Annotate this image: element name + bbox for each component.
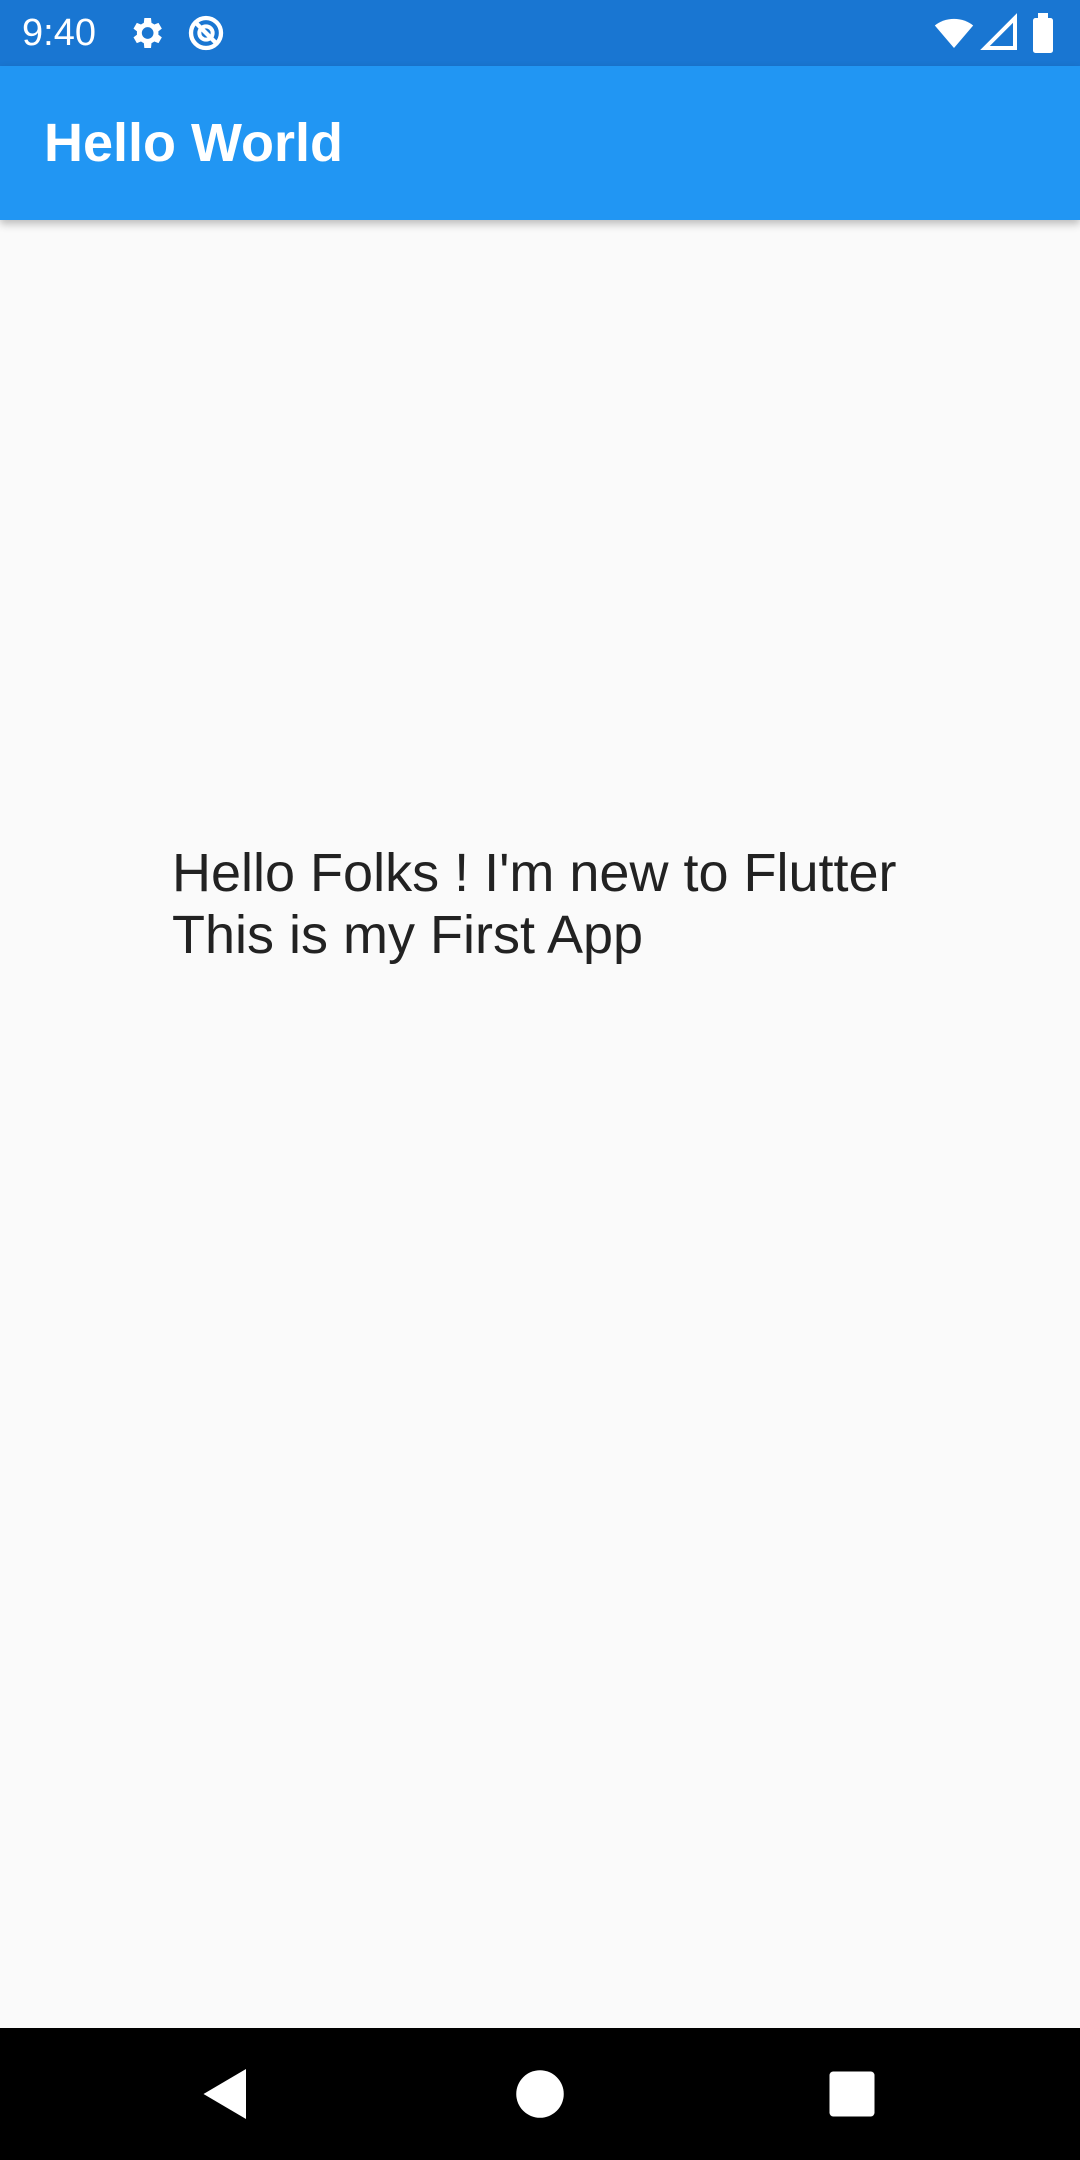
navigation-bar [0, 2028, 1080, 2160]
status-time: 9:40 [22, 12, 96, 54]
app-bar: Hello World [0, 66, 1080, 220]
app-title: Hello World [44, 113, 344, 173]
back-icon[interactable] [196, 2064, 256, 2124]
body-message: Hello Folks ! I'm new to Flutter This is… [172, 843, 897, 965]
status-bar: 9:40 [0, 0, 1080, 66]
home-icon[interactable] [510, 2064, 570, 2124]
settings-gear-icon [126, 13, 166, 53]
body-area [0, 220, 1080, 2028]
signal-icon [980, 13, 1020, 53]
app-screen: 9:40 Hello World Hello Folks ! I'm new t… [0, 0, 1080, 2160]
wifi-icon [934, 13, 974, 53]
battery-icon [1030, 13, 1056, 53]
data-saver-icon [186, 13, 226, 53]
recents-icon[interactable] [822, 2064, 882, 2124]
